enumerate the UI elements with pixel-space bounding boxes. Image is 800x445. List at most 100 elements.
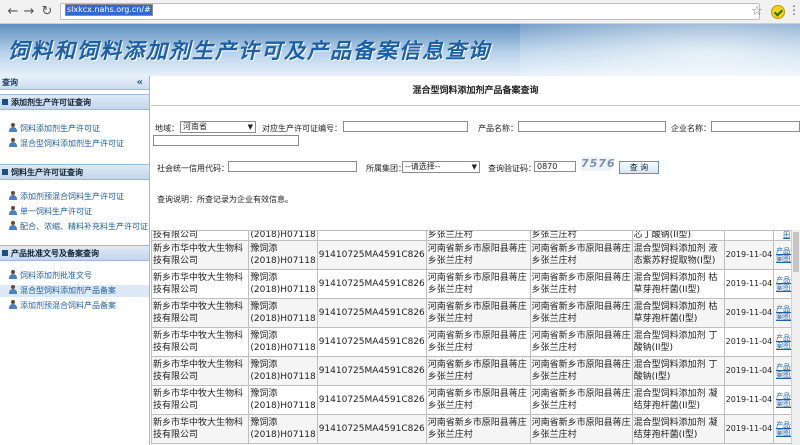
site-title: 饲料和饲料添加剂生产许可及产品备案信息查询	[8, 38, 491, 63]
product-name-cell: 芯丁酸钠(II型)	[631, 230, 725, 241]
date-cell: 2019-11-04	[723, 269, 775, 299]
sidebar-item-single-feed-license[interactable]: 单一饲料生产许可证	[0, 206, 149, 218]
reload-icon[interactable]: ↻	[38, 3, 56, 21]
license-cell: 豫饲添(2018)H07118	[248, 240, 318, 270]
company-input-overflow[interactable]	[153, 135, 299, 146]
product-name-cell: 混合型饲料添加剂 丁酸钠(II型)	[631, 327, 725, 357]
address-bar[interactable]: slxkcx.nahs.org.cn/#	[60, 3, 760, 20]
product-input[interactable]	[518, 121, 666, 132]
address-cell: 河南省新乡市原阳县蒋庄乡张兰庄村	[425, 327, 531, 357]
user-icon	[8, 123, 18, 133]
sidebar-item-premix-record[interactable]: 添加剂预混合饲料产品备案	[0, 300, 149, 312]
group-label: 所属集团：	[366, 164, 406, 173]
sidebar-group-title[interactable]: 产品批准文号及备案查询	[0, 245, 149, 261]
company-input[interactable]	[711, 121, 800, 132]
sidebar-item-additive-approval[interactable]: 饲料添加剂批准文号	[0, 270, 149, 282]
user-icon	[8, 300, 18, 310]
table-row: 新乡市华中牧大生物科技有限公司 豫饲添(2018)H07118 91410725MA…	[151, 356, 800, 386]
date-cell: 2019-11-04	[723, 385, 775, 415]
license-cell: 豫饲添(2018)H07118	[248, 269, 318, 299]
production-address-cell: 河南省新乡市原阳县蒋庄乡张兰庄村	[529, 385, 633, 415]
credit-code-cell: 91410725MA4591C826	[316, 269, 427, 299]
sidebar-item-mixed-additive-record[interactable]: 混合型饲料添加剂产品备案	[0, 285, 149, 297]
sidebar-group-approval: 产品批准文号及备案查询 饲料添加剂批准文号 混合型饲料添加剂产品备案 添加剂预混…	[0, 245, 149, 312]
collapse-icon[interactable]: «	[137, 76, 143, 89]
sidebar: 查询 « 添加剂生产许可证查询 饲料添加剂生产许可证 混合型饲料添加剂生产许可证…	[0, 76, 150, 445]
production-address-cell: 河南省新乡市原阳县蒋庄乡张兰庄村	[529, 414, 633, 444]
address-cell: 河南省新乡市原阳县蒋庄乡张兰庄村	[425, 356, 531, 386]
user-icon	[8, 138, 18, 148]
address-cell: 河南省新乡市原阳县蒋庄乡张兰庄村	[425, 240, 531, 270]
extension-icon[interactable]	[771, 5, 785, 19]
date-cell: 2019-11-04	[723, 414, 775, 444]
address-cell: 河南省新乡市原阳县蒋庄乡张兰庄村	[425, 298, 531, 328]
sidebar-item-premix-license[interactable]: 添加剂预混合饲料生产许可证	[0, 191, 149, 203]
sidebar-group-additive-license: 添加剂生产许可证查询 饲料添加剂生产许可证 混合型饲料添加剂生产许可证	[0, 94, 149, 150]
date-cell: 2019-11-04	[723, 240, 775, 270]
square-icon	[2, 250, 8, 256]
query-button[interactable]: 查 询	[619, 161, 659, 174]
product-name-cell: 混合型饲料添加剂 液态紫苏籽提取物(I型)	[631, 240, 725, 270]
main-panel: 混合型饲料添加剂产品备案查询 地域： 河南省 ▼ 对应生产许可证编号： 产品名称：…	[151, 76, 800, 445]
chevron-down-icon: ▼	[471, 163, 477, 171]
product-name-cell: 混合型饲料添加剂 凝结芽孢杆菌(II型)	[631, 385, 725, 415]
production-address-cell: 河南省新乡市原阳县蒋庄乡张兰庄村	[529, 298, 633, 328]
table-row: 新乡市华中牧大生物科技有限公司 豫饲添(2018)H07118 91410725MA…	[151, 269, 800, 299]
company-cell: 新乡市华中牧大生物科技有限公司	[151, 240, 250, 270]
address-cell: 河南省新乡市原阳县蒋庄乡张兰庄村	[425, 269, 531, 299]
site-banner: 饲料和饲料添加剂生产许可及产品备案信息查询	[0, 24, 800, 76]
table-scrollbar[interactable]	[791, 230, 800, 445]
sidebar-item-compound-feed-license[interactable]: 配合、浓缩、精料补充料生产许可证	[0, 221, 149, 233]
table-row-partial: 技有限公司 (2018)H07118 乡张兰庄村 乡张兰庄村 芯丁酸钠(II型) 田	[151, 230, 800, 241]
company-label: 企业名称：	[671, 124, 711, 133]
sidebar-item-mixed-additive-license[interactable]: 混合型饲料添加剂生产许可证	[0, 138, 149, 150]
credit-code-cell: 91410725MA4591C826	[316, 414, 427, 444]
date-cell	[723, 230, 775, 241]
group-select[interactable]: --请选择-- ▼	[402, 161, 480, 173]
date-cell: 2019-11-04	[723, 356, 775, 386]
license-input[interactable]	[343, 121, 468, 132]
table-row: 新乡市华中牧大生物科技有限公司 豫饲添(2018)H07118 91410725MA…	[151, 240, 800, 270]
table-row: 新乡市华中牧大生物科技有限公司 豫饲添(2018)H07118 91410725MA…	[151, 298, 800, 328]
sidebar-item-feed-additive-license[interactable]: 饲料添加剂生产许可证	[0, 123, 149, 135]
forward-icon[interactable]: →	[20, 3, 38, 21]
square-icon	[2, 99, 8, 105]
menu-icon[interactable]: ⋮	[788, 3, 800, 17]
credit-code-cell: 91410725MA4591C826	[316, 385, 427, 415]
production-address-cell: 河南省新乡市原阳县蒋庄乡张兰庄村	[529, 269, 633, 299]
chevron-down-icon: ▼	[247, 123, 253, 131]
scrollbar-thumb[interactable]	[793, 232, 799, 272]
user-icon	[8, 191, 18, 201]
query-note: 查询说明：所查记录为企业有效信息。	[157, 195, 293, 204]
table-row: 新乡市华中牧大生物科技有限公司 豫饲添(2018)H07118 91410725MA…	[151, 327, 800, 357]
user-icon	[8, 206, 18, 216]
address-cell: 乡张兰庄村	[425, 230, 531, 241]
product-name-cell: 混合型饲料添加剂 枯草芽孢杆菌(II型)	[631, 269, 725, 299]
license-cell: 豫饲添(2018)H07118	[248, 414, 318, 444]
captcha-image[interactable]: 7576	[581, 157, 615, 171]
license-label: 对应生产许可证编号：	[262, 124, 342, 133]
sidebar-group-title[interactable]: 添加剂生产许可证查询	[0, 94, 149, 110]
url-text: slxkcx.nahs.org.cn/#	[65, 4, 153, 16]
sidebar-group-title[interactable]: 饲料生产许可证查询	[0, 164, 149, 180]
product-name-cell: 混合型饲料添加剂 枯草芽孢杆菌(I型)	[631, 298, 725, 328]
company-cell: 新乡市华中牧大生物科技有限公司	[151, 385, 250, 415]
production-address-cell: 河南省新乡市原阳县蒋庄乡张兰庄村	[529, 327, 633, 357]
product-name-cell: 混合型饲料添加剂 凝结芽孢杆菌(I型)	[631, 414, 725, 444]
bookmark-star-icon[interactable]: ☆	[751, 4, 763, 19]
captcha-input[interactable]: 0870	[534, 161, 576, 172]
sidebar-group-feed-license: 饲料生产许可证查询 添加剂预混合饲料生产许可证 单一饲料生产许可证 配合、浓缩、…	[0, 164, 149, 233]
production-address-cell: 乡张兰庄村	[529, 230, 633, 241]
user-icon	[8, 285, 18, 295]
production-address-cell: 河南省新乡市原阳县蒋庄乡张兰庄村	[529, 240, 633, 270]
credit-code-cell: 91410725MA4591C826	[316, 298, 427, 328]
date-cell: 2019-11-04	[723, 298, 775, 328]
user-icon	[8, 270, 18, 280]
address-cell: 河南省新乡市原阳县蒋庄乡张兰庄村	[425, 385, 531, 415]
company-cell: 新乡市华中牧大生物科技有限公司	[151, 327, 250, 357]
region-label: 地域：	[155, 124, 179, 133]
sidebar-header: 查询 «	[0, 76, 149, 90]
square-icon	[2, 169, 8, 175]
credit-code-input[interactable]	[228, 161, 357, 172]
region-select[interactable]: 河南省 ▼	[180, 121, 256, 133]
